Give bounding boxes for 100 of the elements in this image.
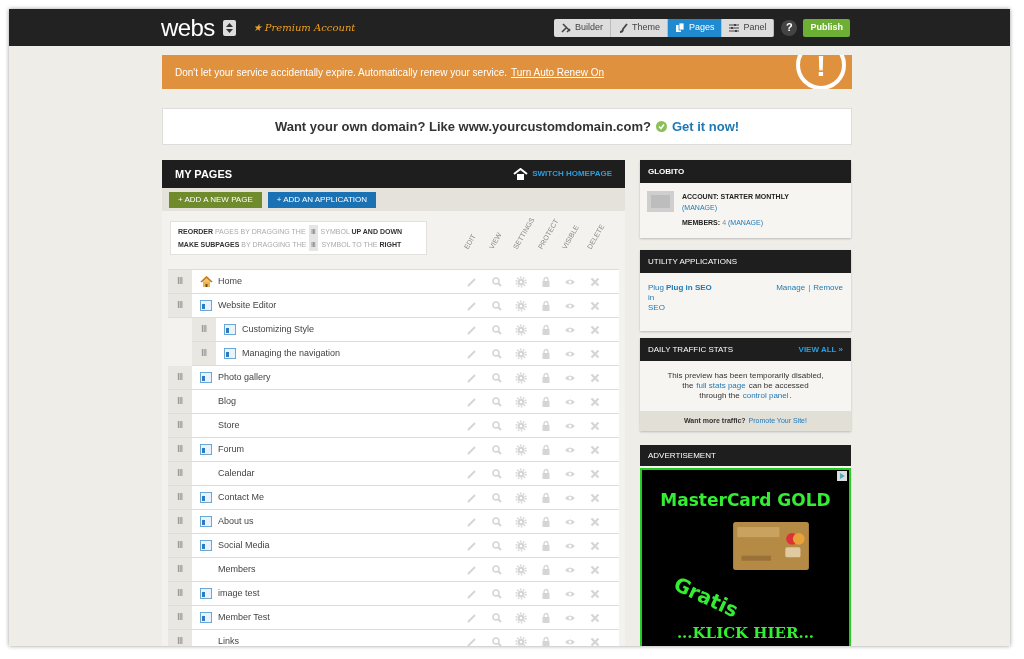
settings-icon[interactable]	[515, 299, 528, 312]
drag-handle[interactable]: Ⅲ	[192, 342, 216, 365]
pencil-icon[interactable]	[466, 563, 479, 576]
pencil-icon[interactable]	[466, 443, 479, 456]
page-link[interactable]: Home	[218, 274, 242, 289]
delete-icon[interactable]	[588, 371, 601, 384]
delete-icon[interactable]	[588, 347, 601, 360]
settings-icon[interactable]	[515, 611, 528, 624]
publish-button[interactable]: Publish	[803, 18, 850, 37]
search-icon[interactable]	[490, 563, 503, 576]
settings-icon[interactable]	[515, 515, 528, 528]
drag-handle[interactable]: Ⅲ	[168, 366, 192, 389]
drag-handle[interactable]: Ⅲ	[168, 462, 192, 485]
delete-icon[interactable]	[588, 563, 601, 576]
pencil-icon[interactable]	[466, 299, 479, 312]
pencil-icon[interactable]	[466, 395, 479, 408]
pencil-icon[interactable]	[466, 419, 479, 432]
settings-icon[interactable]	[515, 563, 528, 576]
search-icon[interactable]	[490, 515, 503, 528]
settings-icon[interactable]	[515, 275, 528, 288]
search-icon[interactable]	[490, 467, 503, 480]
page-link[interactable]: Links	[218, 634, 239, 646]
drag-handle[interactable]: Ⅲ	[192, 318, 216, 341]
pencil-icon[interactable]	[466, 539, 479, 552]
settings-icon[interactable]	[515, 443, 528, 456]
pencil-icon[interactable]	[466, 275, 479, 288]
search-icon[interactable]	[490, 395, 503, 408]
settings-icon[interactable]	[515, 587, 528, 600]
search-icon[interactable]	[490, 587, 503, 600]
delete-icon[interactable]	[588, 539, 601, 552]
delete-icon[interactable]	[588, 299, 601, 312]
search-icon[interactable]	[490, 323, 503, 336]
drag-handle[interactable]: Ⅲ	[168, 582, 192, 605]
switch-homepage-link[interactable]: SWITCH HOMEPAGE	[532, 168, 612, 180]
pencil-icon[interactable]	[466, 611, 479, 624]
delete-icon[interactable]	[588, 587, 601, 600]
search-icon[interactable]	[490, 611, 503, 624]
page-link[interactable]: image test	[218, 586, 260, 601]
page-link[interactable]: Store	[218, 418, 240, 433]
renew-link[interactable]: Turn Auto Renew On	[511, 64, 605, 80]
add-button[interactable]: + ADD AN APPLICATION	[267, 191, 377, 208]
delete-icon[interactable]	[588, 275, 601, 288]
page-link[interactable]: Managing the navigation	[242, 346, 341, 361]
pencil-icon[interactable]	[466, 323, 479, 336]
delete-icon[interactable]	[588, 515, 601, 528]
remove-link[interactable]: Remove	[813, 283, 843, 313]
search-icon[interactable]	[490, 539, 503, 552]
nav-tab[interactable]: Panel	[722, 18, 775, 37]
settings-icon[interactable]	[515, 467, 528, 480]
settings-icon[interactable]	[515, 347, 528, 360]
app-link[interactable]: Plug in SEO	[648, 283, 665, 313]
settings-icon[interactable]	[515, 323, 528, 336]
drag-handle[interactable]: Ⅲ	[168, 534, 192, 557]
settings-icon[interactable]	[515, 419, 528, 432]
page-link[interactable]: Website Editor	[218, 298, 277, 313]
pencil-icon[interactable]	[466, 635, 479, 646]
stats-link[interactable]: full stats page	[696, 381, 746, 391]
settings-icon[interactable]	[515, 395, 528, 408]
delete-icon[interactable]	[588, 419, 601, 432]
delete-icon[interactable]	[588, 491, 601, 504]
ad-choices-icon[interactable]	[837, 471, 847, 481]
nav-tab[interactable]: Builder	[553, 18, 611, 37]
delete-icon[interactable]	[588, 611, 601, 624]
pencil-icon[interactable]	[466, 515, 479, 528]
delete-icon[interactable]	[588, 467, 601, 480]
pencil-icon[interactable]	[466, 587, 479, 600]
page-link[interactable]: Customizing Style	[242, 322, 315, 337]
search-icon[interactable]	[490, 491, 503, 504]
drag-handle[interactable]: Ⅲ	[168, 510, 192, 533]
delete-icon[interactable]	[588, 443, 601, 456]
page-link[interactable]: Calendar	[218, 466, 255, 481]
page-link[interactable]: Photo gallery	[218, 370, 271, 385]
pencil-icon[interactable]	[466, 467, 479, 480]
page-link[interactable]: Blog	[218, 394, 236, 409]
drag-handle[interactable]: Ⅲ	[168, 630, 192, 646]
pencil-icon[interactable]	[466, 491, 479, 504]
drag-handle[interactable]: Ⅲ	[168, 486, 192, 509]
view-all-link[interactable]: VIEW ALL »	[798, 343, 843, 356]
drag-handle[interactable]: Ⅲ	[168, 270, 192, 293]
delete-icon[interactable]	[588, 323, 601, 336]
drag-handle[interactable]: Ⅲ	[168, 558, 192, 581]
drag-handle[interactable]: Ⅲ	[168, 294, 192, 317]
search-icon[interactable]	[490, 299, 503, 312]
add-button[interactable]: + ADD A NEW PAGE	[169, 191, 262, 208]
search-icon[interactable]	[490, 275, 503, 288]
control-panel-link[interactable]: control panel	[742, 391, 789, 401]
pencil-icon[interactable]	[466, 347, 479, 360]
pencil-icon[interactable]	[466, 371, 479, 384]
search-icon[interactable]	[490, 371, 503, 384]
search-icon[interactable]	[490, 635, 503, 646]
search-icon[interactable]	[490, 443, 503, 456]
delete-icon[interactable]	[588, 635, 601, 646]
search-icon[interactable]	[490, 419, 503, 432]
drag-handle[interactable]: Ⅲ	[168, 606, 192, 629]
get-it-link[interactable]: Get it now!	[671, 116, 740, 137]
page-link[interactable]: Member Test	[218, 610, 270, 625]
page-link[interactable]: Members	[218, 562, 256, 577]
drag-handle[interactable]: Ⅲ	[168, 414, 192, 437]
manage-link[interactable]: Manage	[776, 283, 806, 313]
help-button[interactable]: ?	[781, 19, 798, 36]
